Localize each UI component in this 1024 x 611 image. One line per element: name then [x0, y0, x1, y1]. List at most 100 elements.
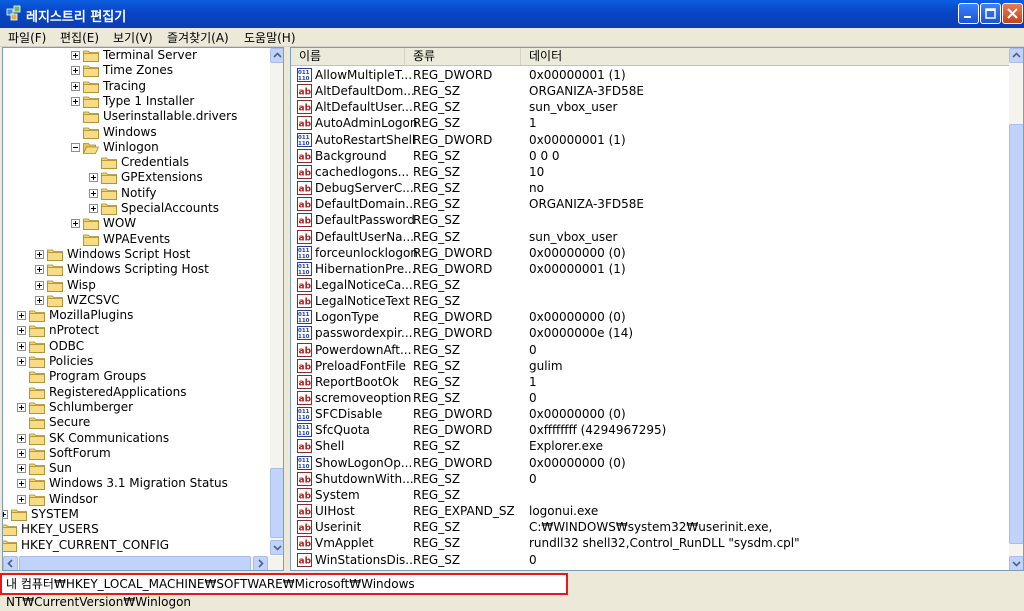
list-row[interactable]: 011 110 SFCDisable REG_DWORD 0x00000000 (0) [297, 406, 997, 422]
column-header-data[interactable]: 데이터 [521, 48, 1009, 65]
list-row[interactable]: 011 110 AllowMultipleT... REG_DWORD 0x000000… [297, 67, 997, 83]
list-row[interactable]: ab DefaultUserNa... REG_SZ sun_vbox_user [297, 229, 997, 245]
list-row[interactable]: ab Userinit REG_SZ C:₩WINDOWS₩system32₩user… [297, 519, 997, 535]
list-row[interactable]: ab cachedlogons... REG_SZ 10 [297, 164, 997, 180]
expand-icon[interactable] [35, 280, 44, 290]
registry-path: 내 컴퓨터₩HKEY_LOCAL_MACHINE₩SOFTWARE₩Micros… [0, 573, 568, 609]
title-bar[interactable]: 레지스트리 편집기 [0, 0, 1024, 28]
expand-icon[interactable] [17, 494, 26, 504]
string-value-icon: ab [297, 536, 312, 551]
list-row[interactable]: 011 110 passwordexpir... REG_DWORD 0x0000000… [297, 325, 997, 341]
list-row[interactable]: ab Shell REG_SZ Explorer.exe [297, 438, 997, 454]
expand-icon[interactable] [17, 479, 26, 489]
expand-icon[interactable] [17, 311, 26, 321]
value-name: ShutdownWith... [315, 471, 414, 486]
list-row[interactable]: 011 110 SfcQuota REG_DWORD 0xffffffff (42949… [297, 422, 997, 438]
close-button[interactable] [1002, 3, 1023, 24]
expand-icon[interactable] [17, 341, 26, 351]
list-row[interactable]: ab DefaultPassword REG_SZ [297, 212, 997, 228]
expand-icon[interactable] [3, 510, 8, 519]
list-row[interactable]: ab ShutdownWith... REG_SZ 0 [297, 471, 997, 487]
chevron-left-icon [7, 559, 13, 568]
list-row[interactable]: ab VmApplet REG_SZ rundll32 shell32,Control… [297, 535, 997, 551]
list-vertical-scrollbar[interactable] [1009, 48, 1023, 570]
tree-vertical-scrollbar[interactable] [270, 48, 283, 555]
value-data: 0x00000001 (1) [529, 261, 626, 276]
value-name: AltDefaultDom... [315, 84, 415, 99]
expand-icon[interactable] [89, 188, 98, 198]
scroll-down-button[interactable] [270, 540, 283, 555]
list-row[interactable]: ab LegalNoticeCa... REG_SZ [297, 277, 997, 293]
expand-icon[interactable] [17, 433, 26, 443]
menu-view[interactable]: 보기(V) [113, 29, 153, 46]
list-row[interactable]: 011 110 AutoRestartShell REG_DWORD 0x0000000… [297, 132, 997, 148]
value-type: REG_DWORD [413, 132, 493, 147]
binary-value-icon: 011110 [297, 68, 312, 82]
tree-horizontal-scrollbar[interactable] [3, 556, 283, 570]
collapse-icon[interactable] [71, 142, 80, 152]
list-scroll-up-button[interactable] [1009, 48, 1023, 63]
expand-icon[interactable] [17, 357, 26, 366]
value-type: REG_SZ [413, 487, 461, 502]
list-row[interactable]: ab AltDefaultUser... REG_SZ sun_vbox_user [297, 99, 997, 115]
expand-icon[interactable] [17, 448, 26, 458]
expand-icon[interactable] [71, 96, 80, 106]
minimize-button[interactable] [958, 3, 979, 24]
list-row[interactable]: ab DebugServerC... REG_SZ no [297, 180, 997, 196]
list-scroll-down-button[interactable] [1009, 556, 1023, 570]
list-row[interactable]: ab AltDefaultDom... REG_SZ ORGANIZA-3FD58E [297, 83, 997, 99]
list-row[interactable]: ab PowerdownAft... REG_SZ 0 [297, 342, 997, 358]
folder-icon [101, 203, 117, 215]
svg-text:ab: ab [299, 185, 312, 195]
menu-file[interactable]: 파일(F) [8, 29, 46, 46]
scroll-right-button[interactable] [253, 556, 268, 570]
binary-value-icon: 011110 [297, 245, 312, 260]
horizontal-scroll-thumb[interactable] [19, 556, 251, 570]
expand-icon[interactable] [17, 464, 26, 474]
expand-icon[interactable] [35, 295, 44, 305]
menu-favorites[interactable]: 즐겨찾기(A) [167, 29, 229, 46]
registry-tree[interactable]: Terminal Server Time Zones Tracing Type 1 I… [2, 47, 284, 571]
list-row[interactable]: ab AutoAdminLogon REG_SZ 1 [297, 115, 997, 131]
expand-icon[interactable] [71, 51, 80, 60]
list-row[interactable]: ab WinStationsDis... REG_SZ 0 [297, 552, 997, 568]
list-row[interactable]: ab LegalNoticeText REG_SZ [297, 293, 997, 309]
scroll-up-button[interactable] [270, 48, 283, 63]
list-row[interactable]: 011 110 LogonType REG_DWORD 0x00000000 (0) [297, 309, 997, 325]
string-value-icon: ab [297, 471, 312, 486]
list-row[interactable]: ab System REG_SZ [297, 487, 997, 503]
list-row[interactable]: ab UIHost REG_EXPAND_SZ logonui.exe [297, 503, 997, 519]
column-header-type[interactable]: 종류 [405, 48, 521, 65]
folder-icon [83, 65, 99, 78]
list-row[interactable]: ab PreloadFontFile REG_SZ gulim [297, 358, 997, 374]
menu-help[interactable]: 도움말(H) [244, 29, 296, 46]
list-row[interactable]: 011 110 ShowLogonOp... REG_DWORD 0x00000000 … [297, 455, 997, 471]
expand-icon[interactable] [71, 81, 80, 91]
list-row[interactable]: ab ReportBootOk REG_SZ 1 [297, 374, 997, 390]
list-scroll-thumb[interactable] [1009, 124, 1023, 544]
svg-text:ab: ab [299, 524, 312, 534]
list-row[interactable]: ab scremoveoption REG_SZ 0 [297, 390, 997, 406]
list-row[interactable]: 011 110 HibernationPre... REG_DWORD 0x000000… [297, 261, 997, 277]
window-title: 레지스트리 편집기 [26, 10, 127, 25]
scroll-left-button[interactable] [3, 556, 18, 570]
list-row[interactable]: 011 110 forceunlocklogon REG_DWORD 0x0000000… [297, 245, 997, 261]
expand-icon[interactable] [17, 402, 26, 412]
expand-icon[interactable] [17, 326, 26, 336]
maximize-button[interactable] [980, 3, 1001, 24]
string-value-icon: ab [297, 294, 312, 309]
expand-icon[interactable] [71, 219, 80, 229]
menu-edit[interactable]: 편집(E) [60, 29, 99, 46]
expand-icon[interactable] [71, 66, 80, 76]
column-header-name[interactable]: 이름 [291, 48, 405, 65]
tree-item-label: WOW [103, 216, 137, 231]
scroll-thumb[interactable] [270, 468, 283, 538]
expand-icon[interactable] [89, 173, 98, 183]
expand-icon[interactable] [89, 204, 98, 213]
values-list[interactable]: 이름 종류 데이터 011 110 AllowMultipleT... REG_DWO… [290, 47, 1024, 571]
list-row[interactable]: ab DefaultDomain... REG_SZ ORGANIZA-3FD58E [297, 196, 997, 212]
value-type: REG_DWORD [413, 407, 493, 422]
expand-icon[interactable] [35, 249, 44, 259]
expand-icon[interactable] [35, 265, 44, 275]
list-row[interactable]: ab Background REG_SZ 0 0 0 [297, 148, 997, 164]
